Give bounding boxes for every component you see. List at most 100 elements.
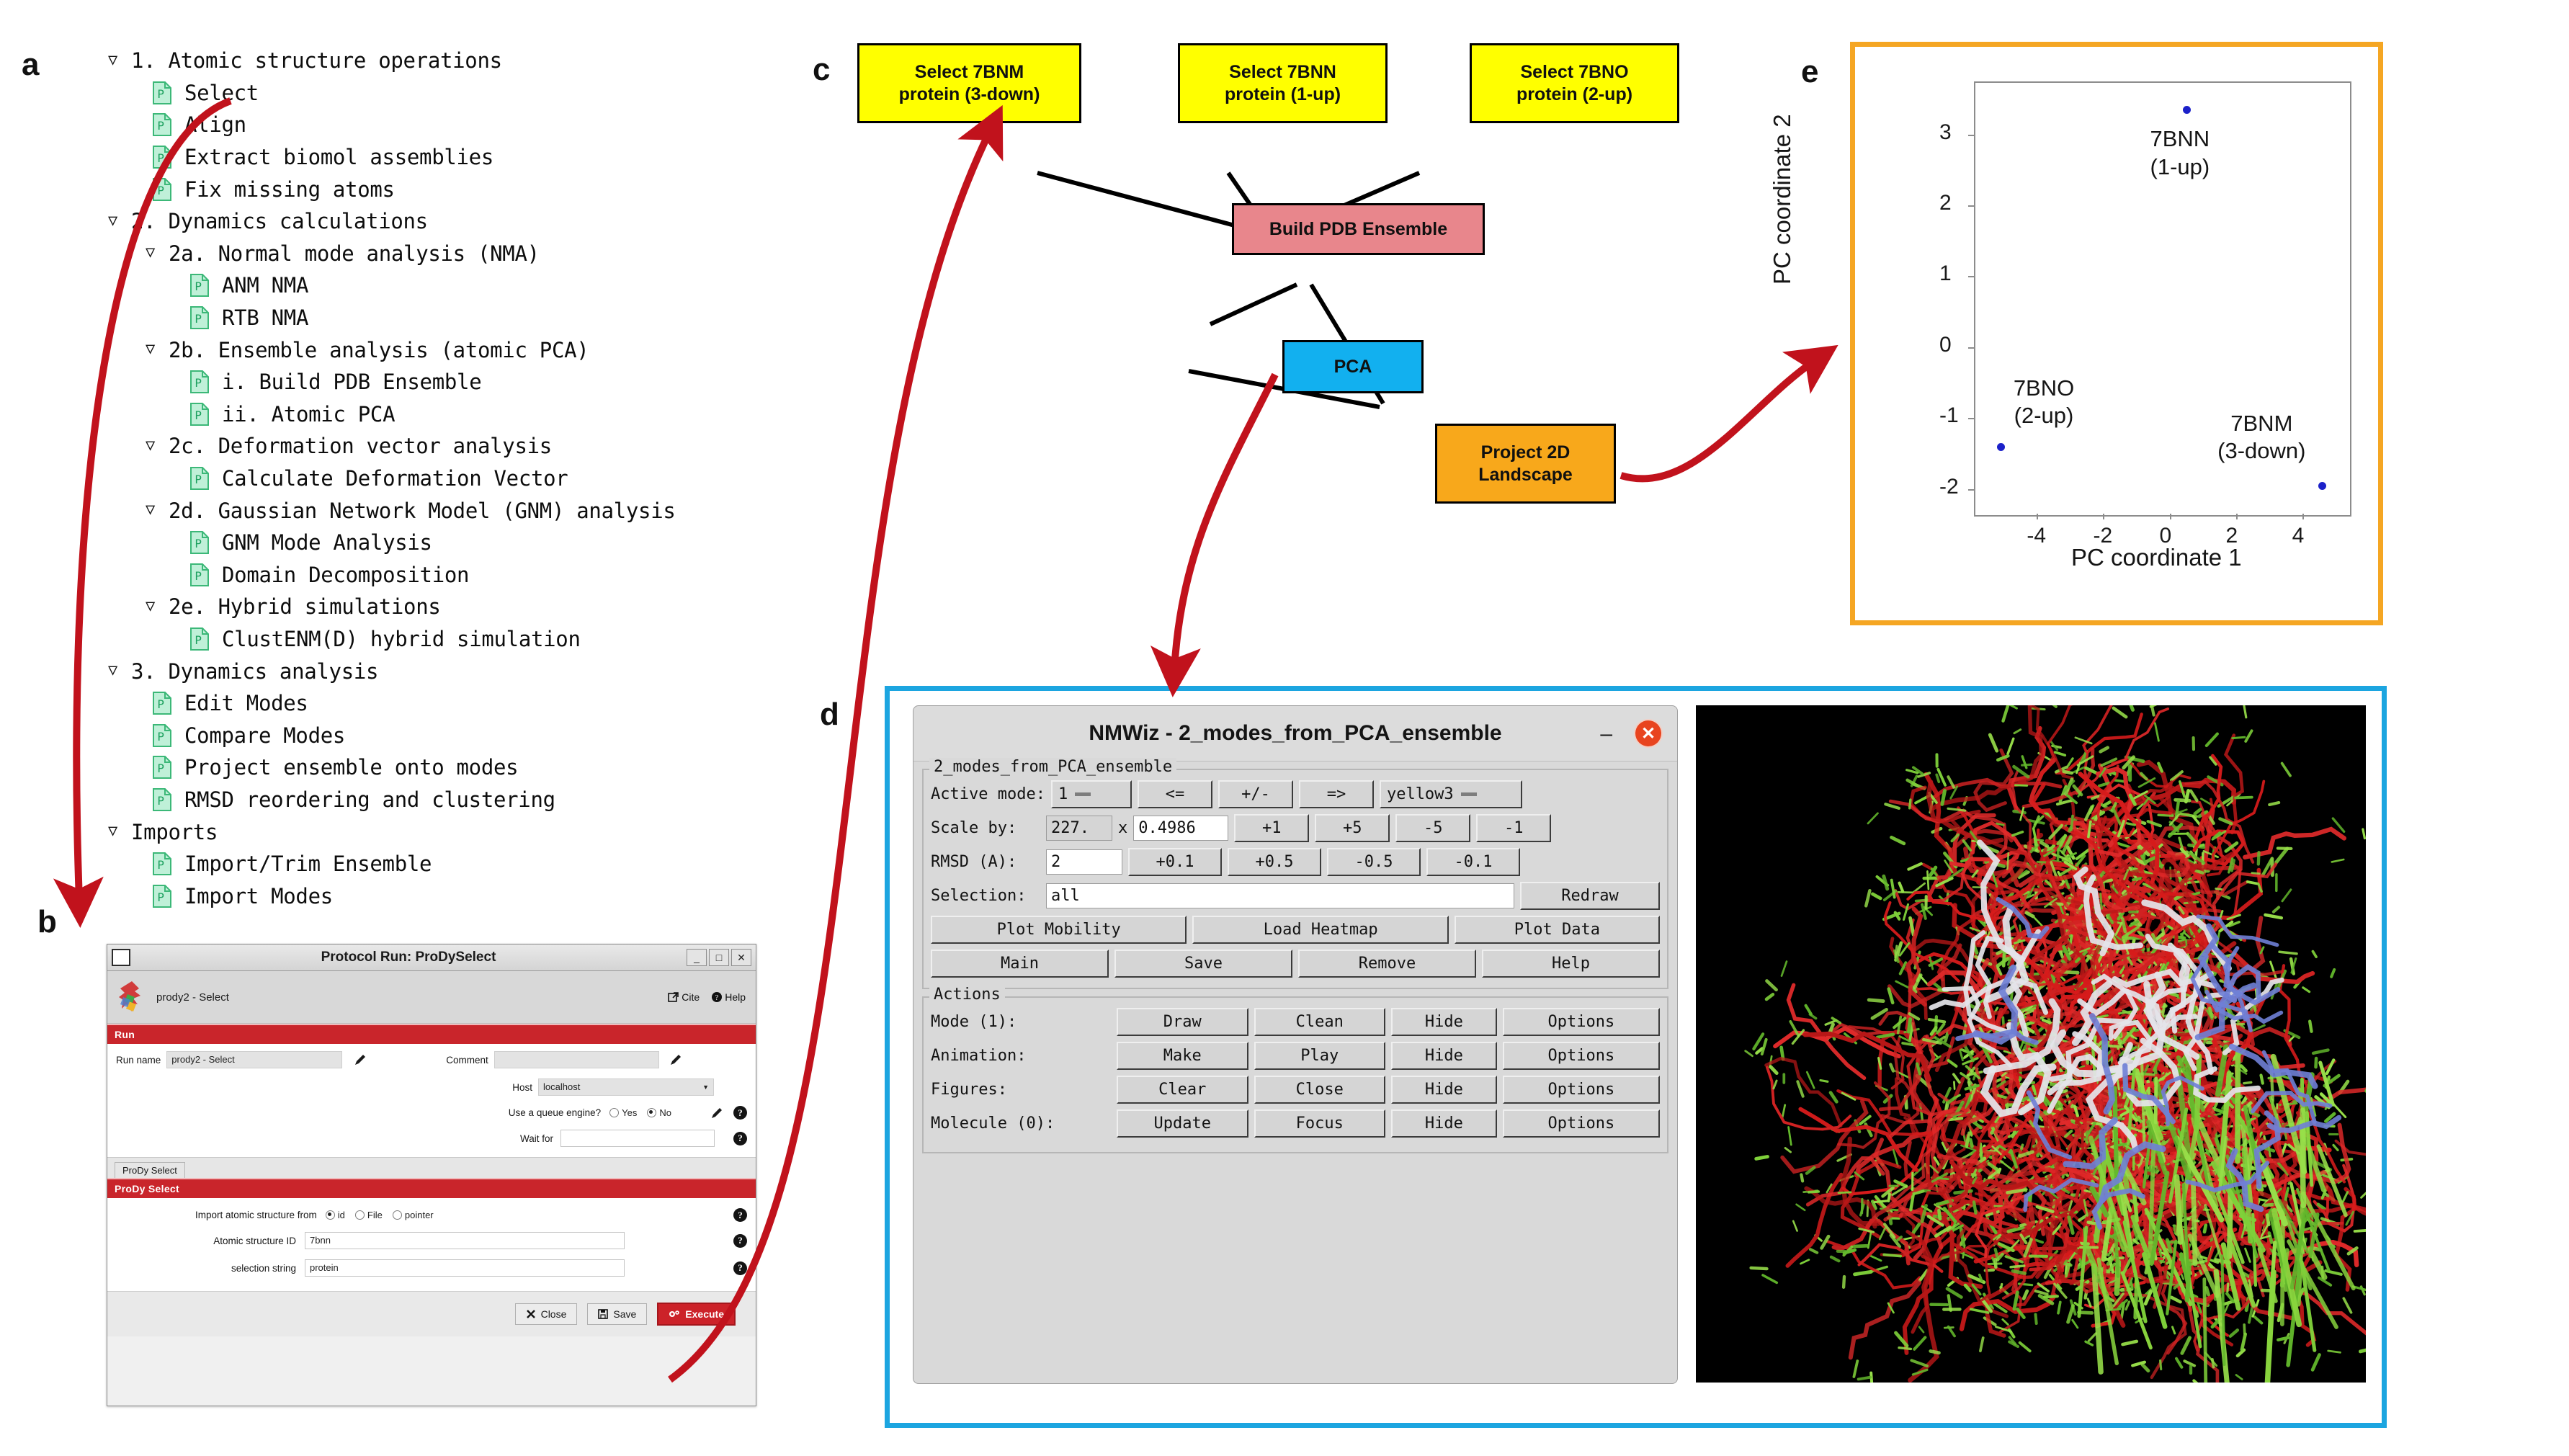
scale-minus-5-button[interactable]: -5 (1395, 814, 1471, 842)
tree-group-6[interactable]: ▽ 2a. Normal mode analysis (NMA) (108, 238, 872, 270)
tree-group-12[interactable]: ▽ 2c. Deformation vector analysis (108, 430, 872, 463)
chevron-down-icon[interactable]: ▽ (146, 437, 164, 455)
tree-item-22[interactable]: P Project ensemble onto modes (108, 751, 872, 784)
chevron-down-icon[interactable]: ▽ (108, 51, 127, 69)
redraw-button[interactable]: Redraw (1520, 882, 1660, 910)
action-button-1-1[interactable]: Play (1254, 1042, 1385, 1070)
close-dialog-button[interactable]: Close (514, 1303, 578, 1325)
tree-item-4[interactable]: P Fix missing atoms (108, 173, 872, 205)
tab-strip[interactable]: ProDy Select (107, 1157, 756, 1178)
comment-input[interactable] (493, 1051, 659, 1068)
chevron-down-icon[interactable]: ▽ (146, 597, 164, 615)
action-button-0-2[interactable]: Hide (1391, 1008, 1497, 1036)
action-button-3-3[interactable]: Options (1502, 1109, 1660, 1138)
tree-group-5[interactable]: ▽ 2. Dynamics calculations (108, 205, 872, 238)
save-button[interactable]: Save (587, 1303, 648, 1325)
edit-pencil-icon[interactable] (354, 1053, 367, 1066)
tree-item-11[interactable]: Pii. Atomic PCA (108, 398, 872, 431)
help-icon-import[interactable]: ? (733, 1208, 747, 1222)
mode-color-select[interactable]: yellow3 (1379, 780, 1522, 808)
import-id-radio[interactable]: id (325, 1210, 345, 1220)
queue-yes-radio[interactable]: Yes (609, 1107, 637, 1118)
protocol-run-dialog[interactable]: Protocol Run: ProDySelect _ □ ✕ prody2 -… (107, 944, 756, 1406)
action-button-1-3[interactable]: Options (1502, 1042, 1660, 1070)
toggle-sign-button[interactable]: +/- (1218, 780, 1293, 808)
tree-item-2[interactable]: P Align (108, 109, 872, 141)
action-button-1-2[interactable]: Hide (1391, 1042, 1497, 1070)
prev-mode-button[interactable]: <= (1137, 780, 1212, 808)
close-button[interactable]: ✕ (731, 949, 751, 966)
queue-no-radio[interactable]: No (647, 1107, 671, 1118)
rmsd-minus-01-button[interactable]: -0.1 (1426, 848, 1520, 876)
tree-group-24[interactable]: ▽ Imports (108, 816, 872, 848)
maximize-button[interactable]: □ (709, 949, 729, 966)
main-button[interactable]: Main (931, 950, 1109, 978)
import-file-radio[interactable]: File (354, 1210, 383, 1220)
scale-factor-input[interactable]: 0.4986 (1133, 816, 1229, 841)
tree-group-9[interactable]: ▽ 2b. Ensemble analysis (atomic PCA) (108, 334, 872, 366)
rmsd-input[interactable]: 2 (1046, 849, 1122, 875)
nmwiz-close-button[interactable]: ✕ (1635, 720, 1661, 746)
rmsd-plus-05-button[interactable]: +0.5 (1228, 848, 1321, 876)
tree-item-7[interactable]: P ANM NMA (108, 269, 872, 302)
tree-item-26[interactable]: P Import Modes (108, 880, 872, 912)
tree-item-8[interactable]: P RTB NMA (108, 302, 872, 334)
action-button-2-3[interactable]: Options (1502, 1076, 1660, 1104)
tree-item-20[interactable]: P Edit Modes (108, 687, 872, 720)
action-button-2-0[interactable]: Clear (1117, 1076, 1248, 1104)
tree-item-13[interactable]: P Calculate Deformation Vector (108, 463, 872, 495)
rmsd-minus-05-button[interactable]: -0.5 (1327, 848, 1421, 876)
action-button-0-1[interactable]: Clean (1254, 1008, 1385, 1036)
flow-node-select-7bno[interactable]: Select 7BNO protein (2-up) (1470, 43, 1679, 123)
flow-node-build-pdb-ensemble[interactable]: Build PDB Ensemble (1232, 203, 1485, 255)
selection-input[interactable]: all (1046, 883, 1514, 908)
wait-input[interactable] (560, 1130, 715, 1147)
tree-group-14[interactable]: ▽ 2d. Gaussian Network Model (GNM) analys… (108, 494, 872, 527)
scale-minus-1-button[interactable]: -1 (1476, 814, 1552, 842)
nmwiz-help-button[interactable]: Help (1482, 950, 1660, 978)
scale-plus-1-button[interactable]: +1 (1234, 814, 1310, 842)
tree-item-3[interactable]: P Extract biomol assemblies (108, 141, 872, 174)
flow-node-select-7bnn[interactable]: Select 7BNN protein (1-up) (1178, 43, 1388, 123)
minimize-button[interactable]: _ (687, 949, 707, 966)
remove-button[interactable]: Remove (1298, 950, 1476, 978)
chevron-down-icon[interactable]: ▽ (146, 501, 164, 519)
action-button-3-0[interactable]: Update (1117, 1109, 1248, 1138)
action-button-1-0[interactable]: Make (1117, 1042, 1248, 1070)
flow-node-select-7bnm[interactable]: Select 7BNM protein (3-down) (857, 43, 1081, 123)
chevron-down-icon[interactable]: ▽ (146, 244, 164, 262)
nmwiz-minimize-button[interactable]: – (1600, 722, 1612, 746)
molecule-visualization[interactable] (1696, 705, 2366, 1383)
help-icon-wait[interactable]: ? (733, 1131, 747, 1145)
chevron-down-icon[interactable]: ▽ (108, 661, 127, 679)
scale-value-input[interactable]: 227. (1046, 816, 1112, 841)
protocol-tree[interactable]: ▽ 1. Atomic structure operations P Select P A… (108, 45, 872, 912)
action-button-0-3[interactable]: Options (1502, 1008, 1660, 1036)
plot-data-button[interactable]: Plot Data (1454, 916, 1660, 944)
chevron-down-icon[interactable]: ▽ (108, 212, 127, 230)
tree-group-19[interactable]: ▽ 3. Dynamics analysis (108, 655, 872, 687)
help-icon-queue[interactable]: ? (733, 1106, 747, 1120)
nmwiz-window[interactable]: NMWiz - 2_modes_from_PCA_ensemble – ✕ 2_… (913, 705, 1678, 1384)
tree-item-18[interactable]: P ClustENM(D) hybrid simulation (108, 623, 872, 656)
import-pointer-radio[interactable]: pointer (392, 1210, 434, 1220)
next-mode-button[interactable]: => (1298, 780, 1374, 808)
scale-plus-5-button[interactable]: +5 (1315, 814, 1390, 842)
help-icon-selection-string[interactable]: ? (733, 1261, 747, 1275)
tree-item-21[interactable]: P Compare Modes (108, 719, 872, 751)
load-heatmap-button[interactable]: Load Heatmap (1192, 916, 1449, 944)
tree-item-1[interactable]: P Select (108, 77, 872, 110)
structure-id-input[interactable]: 7bnn (305, 1232, 625, 1249)
tree-item-16[interactable]: P Domain Decomposition (108, 559, 872, 591)
plot-mobility-button[interactable]: Plot Mobility (931, 916, 1187, 944)
action-button-3-2[interactable]: Hide (1391, 1109, 1497, 1138)
action-button-0-0[interactable]: Draw (1117, 1008, 1248, 1036)
edit-pencil-icon-queue[interactable] (710, 1107, 723, 1120)
tree-item-25[interactable]: P Import/Trim Ensemble (108, 848, 872, 880)
flow-node-pca[interactable]: PCA (1282, 340, 1424, 393)
tree-item-23[interactable]: P RMSD reordering and clustering (108, 784, 872, 816)
edit-pencil-icon-comment[interactable] (669, 1053, 682, 1066)
execute-button[interactable]: Execute (657, 1303, 736, 1326)
selection-string-input[interactable]: protein (305, 1259, 625, 1277)
action-button-2-2[interactable]: Hide (1391, 1076, 1497, 1104)
